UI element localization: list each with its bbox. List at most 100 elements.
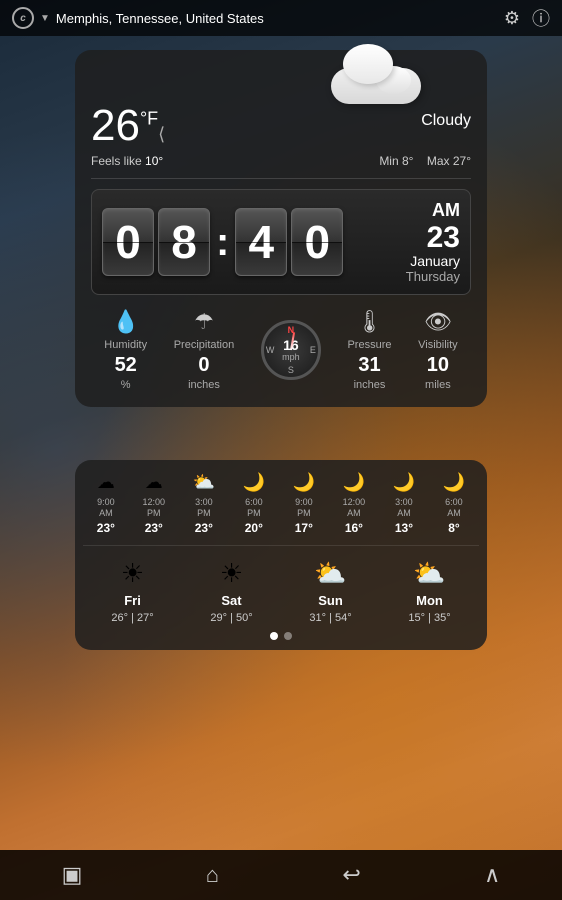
feels-like-value: 10° (145, 154, 163, 168)
top-bar: c ▼ Memphis, Tennessee, United States ⚙ … (0, 0, 562, 36)
precipitation-unit: inches (188, 379, 220, 391)
pressure-unit: inches (354, 379, 386, 391)
app-icon: c (12, 7, 34, 29)
visibility-value: 10 (427, 355, 449, 375)
hour-time: 3:00PM (195, 497, 213, 519)
hour-weather-icon: ☁ (145, 472, 163, 493)
clock-month: January (406, 253, 460, 269)
day-temps: 15° | 35° (408, 612, 450, 624)
precipitation-stat: ☂ Precipitation 0 inches (174, 309, 235, 391)
hourly-item: 🌙 12:00AM 16° (343, 472, 366, 535)
min-temp: 8° (402, 154, 413, 168)
day-weather-icon: ☀ (121, 558, 144, 589)
hour-time: 12:00PM (143, 497, 166, 519)
temperature-value: 26°F⟨ (91, 101, 165, 150)
hour-temp: 13° (395, 521, 413, 535)
min-tens: 4 (235, 208, 287, 276)
weather-top: 26°F⟨ Cloudy (91, 104, 471, 148)
hourly-item: 🌙 6:00PM 20° (243, 472, 265, 535)
bottom-navigation: ▣ ⌂ ↩ ∧ (0, 850, 562, 900)
humidity-unit: % (121, 379, 131, 391)
temp-number: 26 (91, 101, 140, 150)
daily-item: ⛅ Mon 15° | 35° (408, 558, 450, 624)
clock-date: AM 23 January Thursday (406, 200, 460, 284)
dot-2 (284, 632, 292, 640)
day-temps: 29° | 50° (210, 612, 252, 624)
daily-item: ☀ Sat 29° | 50° (210, 558, 252, 624)
pressure-icon: 🌡 (356, 309, 384, 335)
daily-item: ☀ Fri 26° | 27° (111, 558, 153, 624)
feels-like-row: Feels like 10° Min 8° Max 27° (91, 154, 471, 179)
hourly-forecast: ☁ 9:00AM 23° ☁ 12:00PM 23° ⛅ 3:00PM 23° … (83, 472, 479, 546)
hour-time: 6:00AM (445, 497, 463, 519)
day-weather-icon: ☀ (220, 558, 243, 589)
hour-temp: 23° (145, 521, 163, 535)
hourly-item: 🌙 3:00AM 13° (393, 472, 415, 535)
overflow-icon[interactable]: ∧ (484, 862, 500, 888)
dot-1 (270, 632, 278, 640)
hourly-item: ☁ 12:00PM 23° (143, 472, 166, 535)
location-arrow: ▼ (40, 13, 50, 24)
daily-item: ⛅ Sun 31° | 54° (309, 558, 351, 624)
cloud-image (321, 44, 431, 104)
hour-time: 12:00AM (343, 497, 366, 519)
compass-south: S (288, 365, 294, 375)
info-icon[interactable]: ⓘ (532, 5, 550, 31)
settings-icon[interactable]: ⚙ (504, 8, 520, 29)
humidity-label: Humidity (104, 339, 147, 351)
compass-east: E (310, 345, 316, 355)
hour-time: 9:00PM (295, 497, 313, 519)
visibility-stat: 👁 Visibility 10 miles (418, 309, 458, 391)
humidity-icon: 💧 (112, 309, 139, 335)
hour-time: 6:00PM (245, 497, 263, 519)
hour-time: 3:00AM (395, 497, 413, 519)
humidity-stat: 💧 Humidity 52 % (104, 309, 147, 391)
day-name: Mon (416, 593, 443, 608)
clock-weekday: Thursday (406, 269, 460, 284)
pressure-value: 31 (358, 355, 380, 375)
recent-apps-icon[interactable]: ▣ (62, 862, 83, 888)
back-icon[interactable]: ↩ (342, 862, 360, 888)
hour-ones: 8 (158, 208, 210, 276)
precipitation-value: 0 (198, 355, 209, 375)
clock-ampm: AM (406, 200, 460, 221)
forecast-widget: ☁ 9:00AM 23° ☁ 12:00PM 23° ⛅ 3:00PM 23° … (75, 460, 487, 650)
hour-time: 9:00AM (97, 497, 115, 519)
hour-temp: 16° (345, 521, 363, 535)
temp-arrow: ⟨ (158, 124, 165, 144)
visibility-unit: miles (425, 379, 451, 391)
top-bar-right: ⚙ ⓘ (504, 5, 550, 31)
day-name: Fri (124, 593, 141, 608)
humidity-value: 52 (115, 355, 137, 375)
hour-temp: 23° (97, 521, 115, 535)
daily-forecast: ☀ Fri 26° | 27° ☀ Sat 29° | 50° ⛅ Sun 31… (83, 558, 479, 624)
hour-weather-icon: 🌙 (293, 472, 315, 493)
min-ones: 0 (291, 208, 343, 276)
hour-weather-icon: ⛅ (193, 472, 215, 493)
precipitation-icon: ☂ (194, 309, 214, 335)
day-weather-icon: ⛅ (314, 558, 346, 589)
flip-clock: 0 8 : 4 0 AM 23 January Thursday (91, 189, 471, 295)
hour-temp: 8° (448, 521, 459, 535)
page-dots (83, 632, 479, 640)
location-text: Memphis, Tennessee, United States (56, 11, 264, 26)
day-temps: 31° | 54° (309, 612, 351, 624)
hour-weather-icon: 🌙 (443, 472, 465, 493)
precipitation-label: Precipitation (174, 339, 235, 351)
max-temp: 27° (453, 154, 471, 168)
hourly-item: ⛅ 3:00PM 23° (193, 472, 215, 535)
clock-day: 23 (406, 223, 460, 253)
visibility-icon: 👁 (424, 309, 452, 335)
hourly-item: 🌙 9:00PM 17° (293, 472, 315, 535)
day-name: Sun (318, 593, 343, 608)
wind-unit: mph (282, 352, 300, 362)
temperature-display: 26°F⟨ (91, 104, 165, 148)
visibility-label: Visibility (418, 339, 458, 351)
pressure-stat: 🌡 Pressure 31 inches (347, 309, 391, 391)
cloud-puff (376, 66, 411, 94)
day-temps: 26° | 27° (111, 612, 153, 624)
wind-compass: N S W E 16 mph (261, 320, 321, 380)
home-icon[interactable]: ⌂ (206, 862, 219, 888)
weather-stats: 💧 Humidity 52 % ☂ Precipitation 0 inches… (91, 309, 471, 391)
hour-weather-icon: ☁ (97, 472, 115, 493)
